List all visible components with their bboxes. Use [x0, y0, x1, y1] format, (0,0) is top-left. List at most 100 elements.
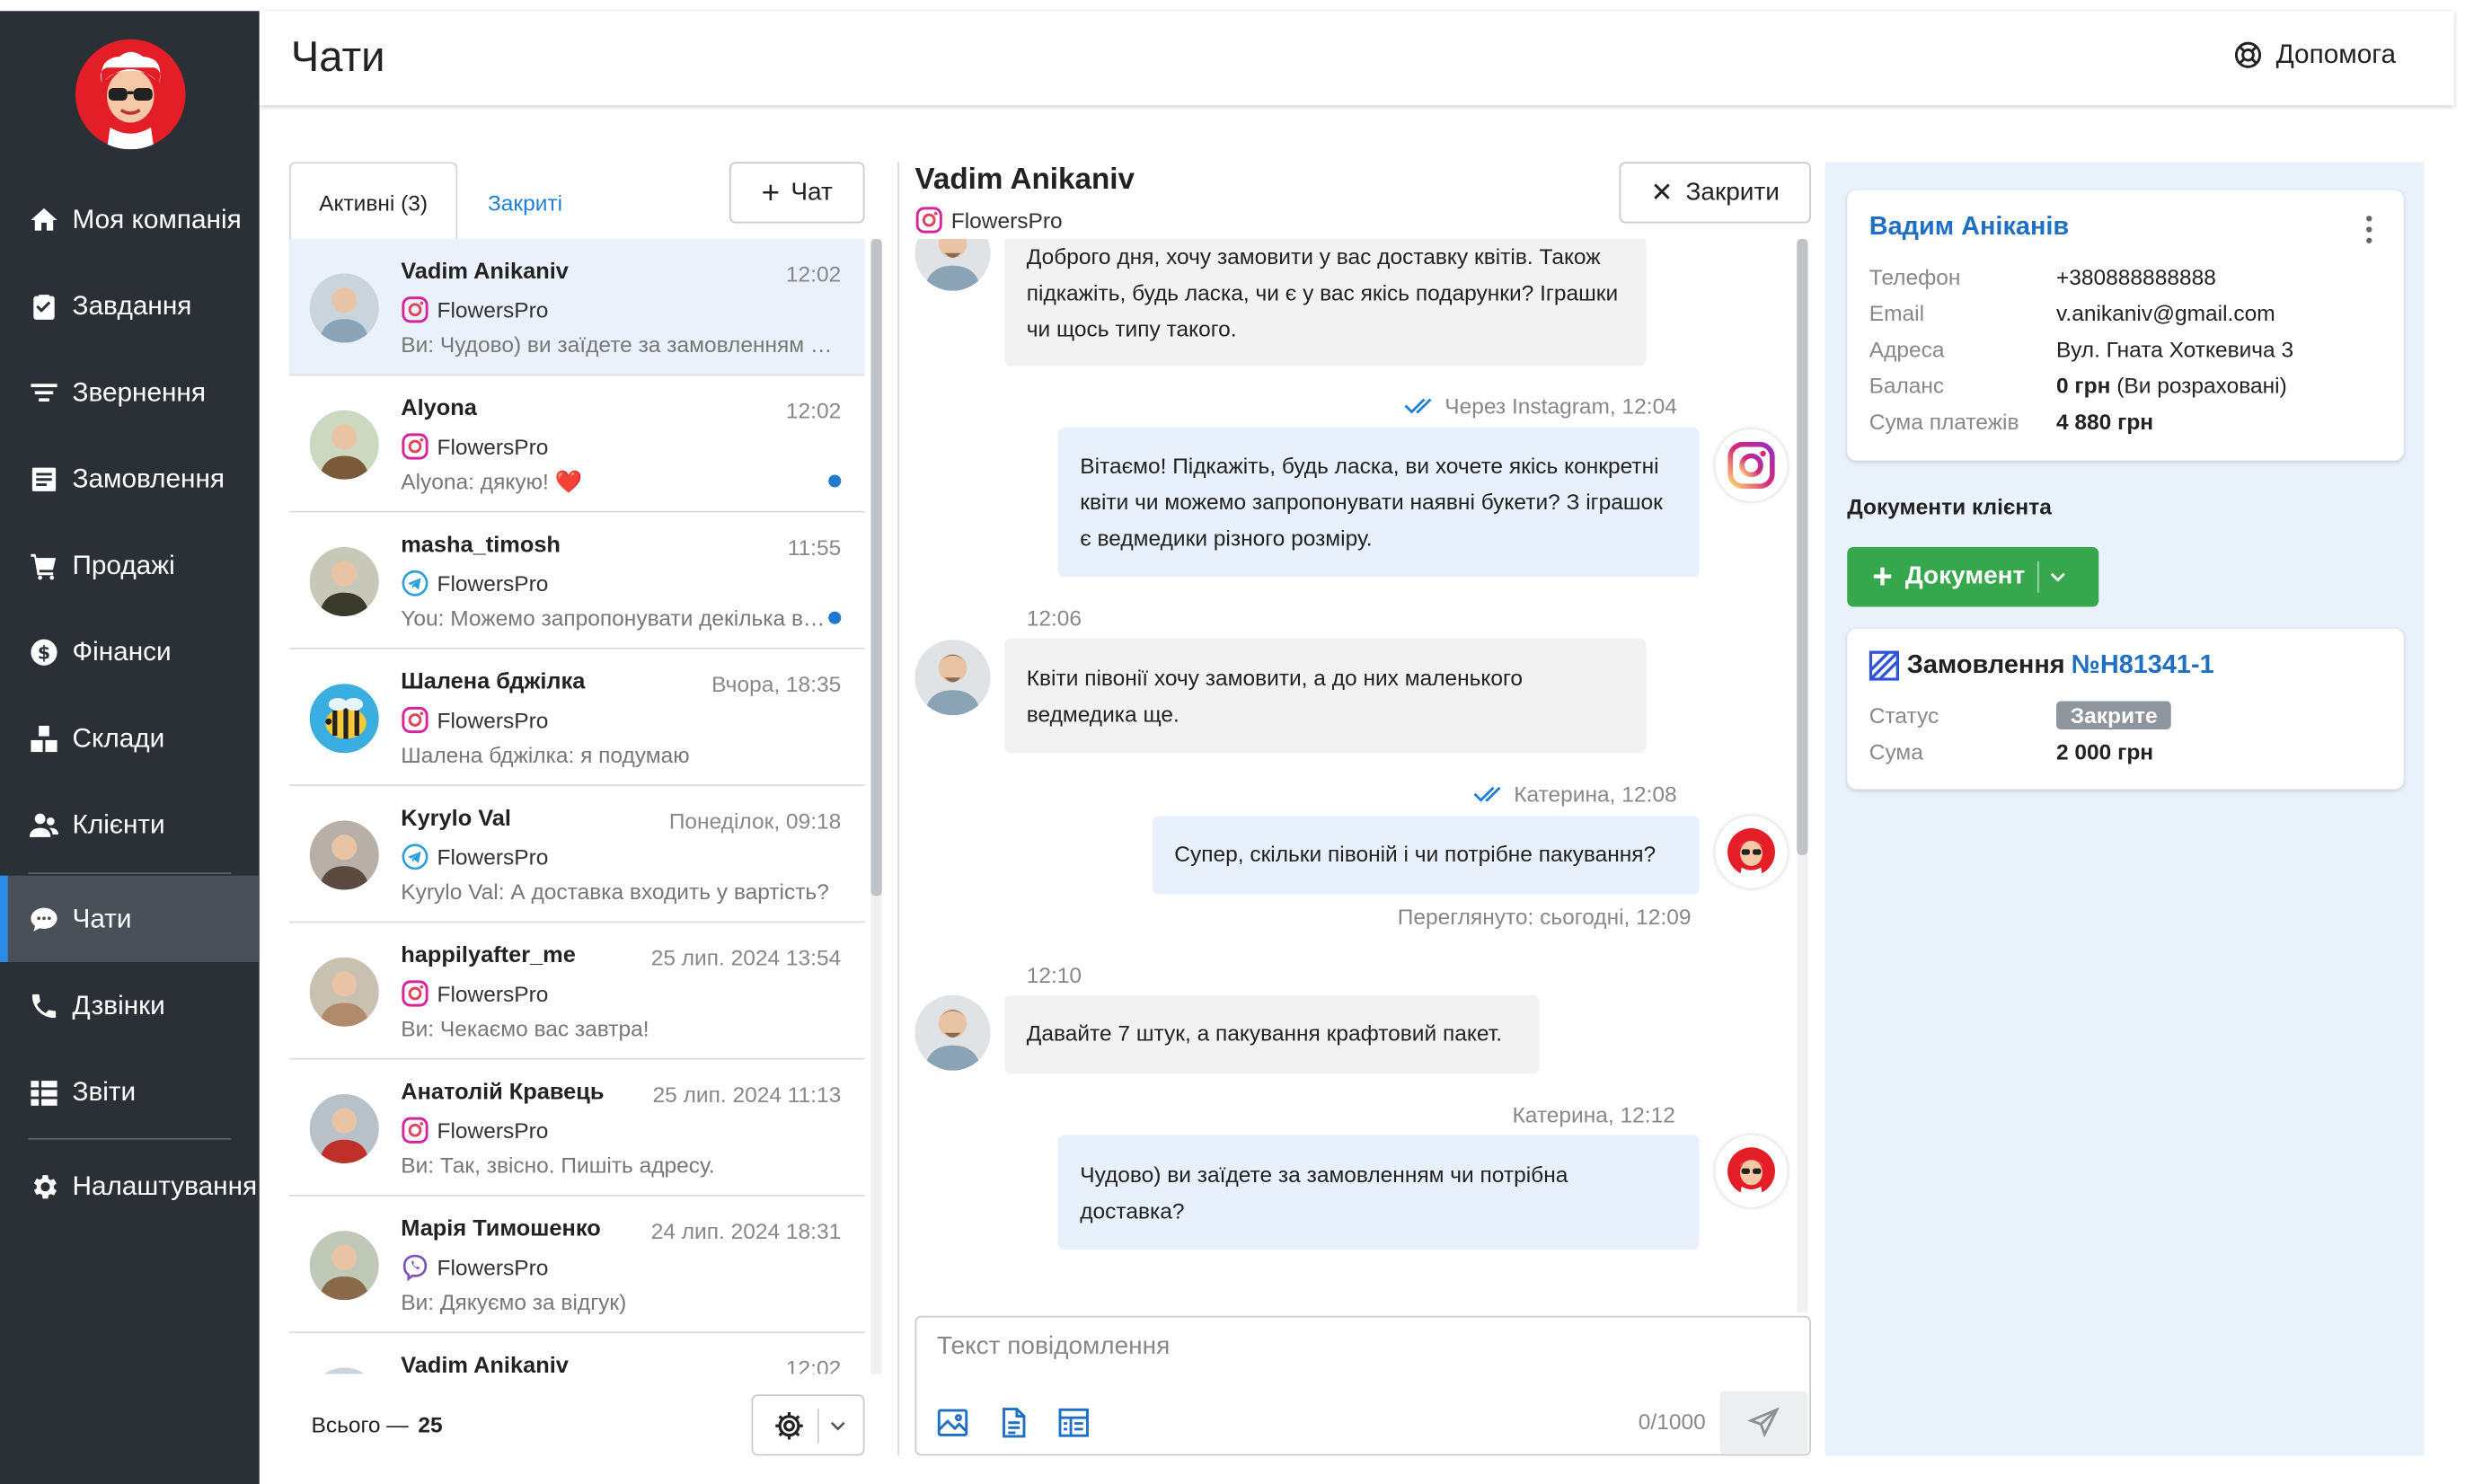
nav-item-company[interactable]: Моя компанія — [0, 176, 260, 262]
chat-source: FlowersPro — [401, 843, 548, 871]
nav-label: Звернення — [72, 376, 206, 407]
phone-value: +380888888888 — [2056, 264, 2216, 289]
balance-label: Баланс — [1869, 372, 1945, 398]
chat-list-item[interactable]: Alyona 12:02 FlowersPro Alyona: дякую! ❤️ — [289, 375, 865, 513]
send-icon — [1747, 1407, 1780, 1438]
document-icon[interactable] — [997, 1406, 1032, 1441]
message-list: Доброго дня, хочу замовити у вас доставк… — [912, 239, 1792, 1312]
chat-list-item[interactable]: Vadim Anikaniv 12:02 FlowersPro Ви: Чудово)… — [289, 239, 865, 376]
message-input[interactable]: Текст повідомлення — [937, 1333, 1170, 1362]
source-label: FlowersPro — [437, 844, 549, 870]
nav-item-orders[interactable]: Замовлення — [0, 436, 260, 522]
balance-value: 0 грн (Ви розраховані) — [2056, 373, 2287, 398]
template-icon[interactable] — [1056, 1406, 1091, 1441]
scrollbar-thumb[interactable] — [870, 239, 882, 897]
close-chat-button[interactable]: ✕ Закрити — [1619, 162, 1811, 224]
message-incoming: Квіти півонії хочу замовити, а до них ма… — [1004, 638, 1647, 754]
documents-title: Документи клієнта — [1847, 493, 2052, 519]
unread-dot — [828, 474, 842, 488]
chat-list-item[interactable]: happilyafter_me 25 лип. 2024 13:54 Flowers… — [289, 923, 865, 1060]
messages-scrollbar[interactable] — [1797, 239, 1808, 1313]
total-value: 25 — [418, 1411, 443, 1437]
chevron-down-icon[interactable] — [2050, 572, 2066, 582]
gear-icon — [33, 1174, 57, 1198]
avatar — [309, 820, 379, 890]
chat-list-item[interactable]: Анатолій Кравець 25 лип. 2024 11:13 Flower… — [289, 1060, 865, 1197]
avatar — [309, 547, 379, 616]
tab-closed[interactable]: Закриті — [457, 162, 593, 242]
chat-list-item[interactable]: Kyrylo Val Понеділок, 09:18 FlowersPro Kyry… — [289, 786, 865, 923]
viber-icon — [402, 1254, 428, 1282]
source-label: FlowersPro — [437, 1117, 549, 1144]
nav-label: Продажі — [72, 549, 175, 579]
nav-item-clients[interactable]: Клієнти — [0, 782, 260, 868]
message-composer[interactable]: Текст повідомлення 0/1000 — [914, 1315, 1811, 1456]
clipboard-check-icon — [33, 294, 55, 319]
company-logo[interactable] — [75, 39, 186, 150]
help-link[interactable]: Допомога — [2232, 40, 2396, 71]
chat-list-item[interactable]: Шалена бджілка Вчора, 18:35 FlowersPro Шале… — [289, 649, 865, 786]
split-divider — [817, 1408, 818, 1443]
nav-item-warehouses[interactable]: Склади — [0, 695, 260, 782]
add-document-button[interactable]: + Документ — [1847, 547, 2099, 607]
chat-last-message: Шалена бджілка: я подумаю — [401, 742, 690, 767]
new-chat-button[interactable]: + Чат — [729, 162, 865, 224]
nav-item-calls[interactable]: Дзвінки — [0, 962, 260, 1048]
send-button[interactable] — [1719, 1391, 1808, 1454]
avatar — [309, 957, 379, 1027]
page-title: Чати — [290, 32, 385, 81]
top-header: Чати Допомога — [259, 11, 2454, 106]
boxes-icon — [31, 725, 57, 752]
message-outgoing: Супер, скільки півоній і чи потрібне пак… — [1152, 816, 1700, 895]
payments-label: Сума платежів — [1869, 409, 2019, 434]
chat-list-item[interactable]: Vadim Anikaniv 12:02 — [289, 1333, 865, 1374]
nav-item-finance[interactable]: $ Фінанси — [0, 608, 260, 694]
lifebuoy-icon — [2234, 41, 2261, 68]
chat-list-item[interactable]: masha_timosh 11:55 FlowersPro You: Можемо з… — [289, 513, 865, 649]
source-label: FlowersPro — [437, 981, 549, 1006]
chat-list-scrollbar[interactable] — [870, 239, 882, 1374]
chat-list-item[interactable]: Марія Тимошенко 24 лип. 2024 18:31 Flowers… — [289, 1197, 865, 1333]
nav-label: Клієнти — [72, 808, 165, 839]
chat-last-message: You: Можемо запропонувати декілька варіа… — [401, 605, 833, 631]
avatar — [309, 1231, 379, 1301]
more-vertical-icon[interactable] — [2366, 216, 2372, 244]
nav-item-settings[interactable]: Налаштування — [0, 1143, 260, 1229]
add-document-label: Документ — [1904, 562, 2026, 590]
status-badge: Закрите — [2056, 701, 2172, 729]
nav-item-tasks[interactable]: Завдання — [0, 262, 260, 349]
message-incoming: Доброго дня, хочу замовити у вас доставк… — [1004, 239, 1647, 367]
chat-name: Vadim Anikaniv — [401, 1353, 569, 1374]
chat-list: Vadim Anikaniv 12:02 FlowersPro Ви: Чудово)… — [289, 239, 865, 1374]
balance-note: (Ви розраховані) — [2110, 372, 2287, 398]
image-icon[interactable] — [935, 1406, 970, 1441]
seen-status: Переглянуто: сьогодні, 12:09 — [1397, 904, 1692, 930]
chevron-down-icon — [829, 1420, 844, 1430]
nav-item-sales[interactable]: Продажі — [0, 522, 260, 608]
client-name[interactable]: Вадим Аніканів — [1869, 212, 2069, 242]
phone-icon — [31, 994, 57, 1018]
client-avatar — [914, 640, 991, 716]
tab-active[interactable]: Активні (3) — [289, 162, 458, 243]
nav-item-reports[interactable]: Звіти — [0, 1048, 260, 1135]
nav-label: Завдання — [72, 289, 192, 321]
message-time: 12:10 — [1026, 962, 1082, 987]
sum-value: 2 000 грн — [2056, 738, 2154, 764]
new-chat-label: Чат — [791, 178, 833, 206]
client-card: Вадим Аніканів Телефон +380888888888 Ema… — [1847, 190, 2404, 461]
order-card[interactable]: Замовлення №H81341-1 Статус Закрите Сума… — [1847, 629, 2404, 790]
filter-icon — [31, 383, 57, 402]
address-value: Вул. Гната Хоткевича 3 — [2056, 336, 2294, 362]
plus-icon: + — [761, 175, 781, 210]
avatar — [309, 684, 379, 754]
meta-text: Через Instagram, 12:04 — [1445, 393, 1677, 419]
nav-label: Дзвінки — [72, 989, 165, 1020]
scrollbar-thumb[interactable] — [1797, 239, 1808, 855]
sum-label: Сума — [1869, 738, 1923, 764]
nav-item-requests[interactable]: Звернення — [0, 349, 260, 436]
avatar — [309, 1094, 379, 1163]
total-label: Всього — — [311, 1411, 409, 1437]
order-number-link[interactable]: №H81341-1 — [2072, 651, 2214, 681]
nav-item-chats[interactable]: Чати — [0, 875, 260, 962]
list-settings-button[interactable] — [751, 1394, 865, 1456]
